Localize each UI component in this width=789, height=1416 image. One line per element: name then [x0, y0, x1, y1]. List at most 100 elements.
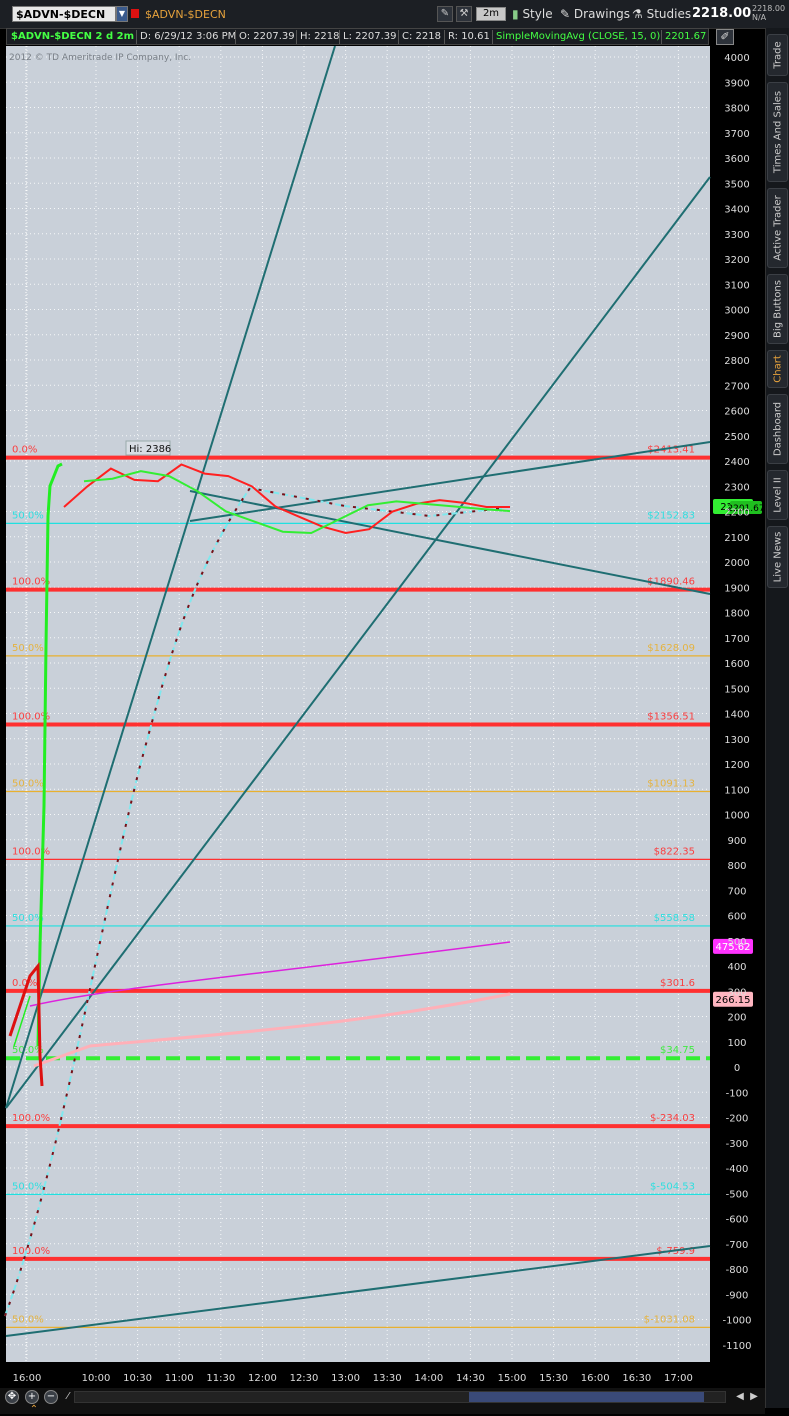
- fib-level-price: $-1031.08: [644, 1314, 695, 1325]
- x-tick-label: 16:00: [13, 1373, 42, 1384]
- fib-level-price: $301.6: [660, 978, 695, 989]
- bar-date: D: 6/29/12 3:06 PM: [140, 31, 237, 42]
- fib-level-price: $2152.83: [647, 510, 695, 521]
- y-tick-label: 2000: [724, 558, 749, 569]
- drawings-label: Drawings: [573, 7, 631, 21]
- y-tick-label: 3100: [724, 280, 749, 291]
- y-tick-label: 300: [727, 987, 746, 998]
- symbol-dropdown-button[interactable]: ▼: [116, 6, 128, 22]
- drawings-button[interactable]: ✎ Drawings: [560, 5, 630, 23]
- x-tick-label: 14:00: [414, 1373, 443, 1384]
- drawing-tool-icon[interactable]: ✐: [716, 29, 734, 45]
- symbol-input[interactable]: $ADVN-$DECN: [12, 6, 116, 22]
- fib-level-percent: 50.0%: [12, 913, 44, 924]
- x-tick-label: 10:00: [82, 1373, 111, 1384]
- plot-area[interactable]: [6, 46, 710, 1362]
- x-tick-label: 10:30: [123, 1373, 152, 1384]
- scrollbar[interactable]: [74, 1391, 726, 1403]
- y-tick-label: 3400: [724, 205, 749, 216]
- divider: [339, 30, 340, 44]
- wrench-icon[interactable]: ⚒: [456, 6, 472, 22]
- pan-icon[interactable]: ✥: [5, 1390, 19, 1404]
- bar-close: C: 2218: [402, 31, 441, 42]
- expand-icon[interactable]: ⌃: [28, 1404, 40, 1416]
- y-tick-label: 2300: [724, 482, 749, 493]
- y-tick-label: 3500: [724, 179, 749, 190]
- tab-live-news[interactable]: Live News: [767, 526, 788, 588]
- y-tick-label: 1600: [724, 659, 749, 670]
- x-tick-label: 13:00: [331, 1373, 360, 1384]
- tiny-change: N/A: [752, 13, 767, 22]
- divider: [444, 30, 445, 44]
- link-icon[interactable]: ✎: [437, 6, 453, 22]
- x-tick-label: 15:30: [539, 1373, 568, 1384]
- y-tick-label: 1700: [724, 634, 749, 645]
- y-tick-label: 0: [734, 1063, 740, 1074]
- pencil-icon: ✎: [560, 7, 571, 21]
- y-tick-label: 2600: [724, 407, 749, 418]
- y-tick-label: 1000: [724, 811, 749, 822]
- study-name[interactable]: SimpleMovingAvg (CLOSE, 15, 0): [496, 30, 660, 44]
- fib-level-percent: 100.0%: [12, 1113, 50, 1124]
- tab-active-trader[interactable]: Active Trader: [767, 188, 788, 268]
- bottom-toolbar: ✥ + − ⁄ ◀ ▶ ⌃: [0, 1388, 765, 1416]
- tab-label: Level II: [772, 477, 783, 513]
- scroll-right-icon[interactable]: ▶: [748, 1391, 760, 1403]
- bar-open: O: 2207.39: [239, 31, 295, 42]
- y-tick-label: 2500: [724, 432, 749, 443]
- slash-icon[interactable]: ⁄: [62, 1391, 74, 1403]
- fib-level-price: $-234.03: [650, 1113, 695, 1124]
- studies-label: Studies: [646, 7, 692, 21]
- divider: [398, 30, 399, 44]
- x-tick-label: 14:30: [456, 1373, 485, 1384]
- tab-times-and-sales[interactable]: Times And Sales: [767, 82, 788, 182]
- price-chart[interactable]: 2012 © TD Ameritrade IP Company, Inc. 0.…: [0, 46, 765, 1388]
- y-tick-label: 1900: [724, 583, 749, 594]
- y-tick-label: -1100: [722, 1341, 751, 1352]
- fib-level-percent: 100.0%: [12, 1246, 50, 1257]
- y-tick-label: -300: [726, 1139, 749, 1150]
- fib-level-price: $822.35: [654, 846, 695, 857]
- tab-level-ii[interactable]: Level II: [767, 470, 788, 520]
- scroll-left-icon[interactable]: ◀: [734, 1391, 746, 1403]
- studies-button[interactable]: ⚗ Studies: [632, 5, 691, 23]
- flag-icon[interactable]: [131, 9, 139, 18]
- y-tick-label: 3800: [724, 104, 749, 115]
- x-tick-label: 11:00: [165, 1373, 194, 1384]
- y-tick-label: 700: [727, 886, 746, 897]
- y-tick-label: 2400: [724, 457, 749, 468]
- flask-icon: ⚗: [632, 7, 643, 21]
- aggregation-selector[interactable]: 2m: [476, 7, 506, 21]
- last-price: 2218.00: [692, 6, 752, 21]
- y-tick-label: -900: [726, 1290, 749, 1301]
- x-tick-label: 12:00: [248, 1373, 277, 1384]
- zoom-in-icon[interactable]: +: [25, 1390, 39, 1404]
- tab-chart[interactable]: Chart: [767, 350, 788, 388]
- fib-level-percent: 50.0%: [12, 1181, 44, 1192]
- y-tick-label: -800: [726, 1265, 749, 1276]
- y-tick-label: 1500: [724, 684, 749, 695]
- fib-level-price: $1091.13: [647, 778, 695, 789]
- y-tick-label: -1000: [722, 1316, 751, 1327]
- fib-level-price: $-504.53: [650, 1181, 695, 1192]
- candle-icon: ▮: [512, 7, 519, 21]
- scrollbar-thumb[interactable]: [469, 1392, 704, 1402]
- y-tick-label: 3600: [724, 154, 749, 165]
- y-tick-label: 1400: [724, 710, 749, 721]
- tab-trade[interactable]: Trade: [767, 34, 788, 76]
- y-tick-label: -700: [726, 1240, 749, 1251]
- tab-big-buttons[interactable]: Big Buttons: [767, 274, 788, 344]
- fib-level-percent: 100.0%: [12, 577, 50, 588]
- y-tick-label: 3000: [724, 306, 749, 317]
- y-tick-label: 3200: [724, 255, 749, 266]
- fib-level-price: $1356.51: [647, 711, 695, 722]
- symbol-description: $ADVN-$DECN: [145, 8, 226, 21]
- high-label: Hi: 2386: [129, 444, 171, 455]
- tab-label: Live News: [772, 531, 783, 583]
- tab-dashboard[interactable]: Dashboard: [767, 394, 788, 464]
- chart-title[interactable]: $ADVN-$DECN 2 d 2m: [11, 30, 134, 44]
- zoom-out-icon[interactable]: −: [44, 1390, 58, 1404]
- style-button[interactable]: ▮ Style: [512, 5, 553, 23]
- y-tick-label: 1200: [724, 760, 749, 771]
- bar-low: L: 2207.39: [343, 31, 397, 42]
